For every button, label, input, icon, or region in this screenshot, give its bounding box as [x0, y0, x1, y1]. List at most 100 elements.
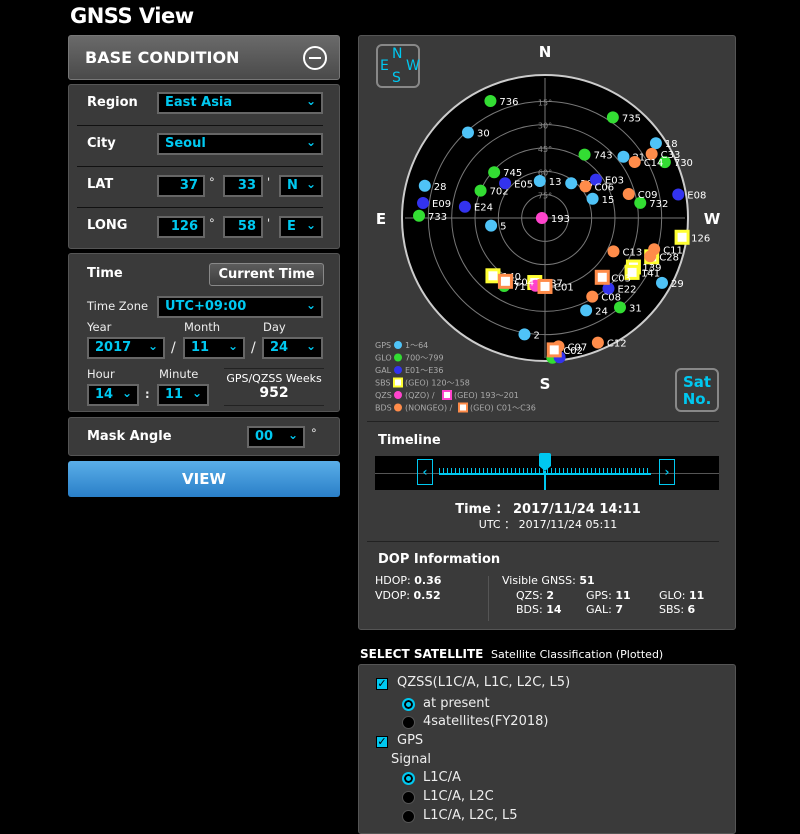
legend-text: (GEO) 120～158	[405, 379, 470, 388]
satellite-bds-C14[interactable]: C14	[628, 155, 664, 169]
lat-deg-input[interactable]: 37	[157, 175, 205, 197]
hour-select[interactable]: 14 ⌄	[87, 384, 139, 406]
satellite-gal-E24[interactable]: E24	[458, 200, 493, 214]
satellite-bds-C03[interactable]: C03	[594, 269, 631, 285]
satellite-marker	[474, 184, 487, 197]
lat-min-input[interactable]: 33	[223, 175, 263, 197]
timeline-slider[interactable]: ‹ ›	[375, 453, 719, 490]
count-glo: GLO: 11	[659, 589, 704, 602]
region-select[interactable]: East Asia ⌄	[157, 92, 323, 114]
satellite-marker	[533, 175, 546, 188]
month-value: 11	[191, 340, 210, 355]
lat-label: LAT	[87, 177, 114, 192]
base-condition-header[interactable]: BASE CONDITION	[68, 35, 340, 80]
satellite-qzs-193[interactable]: 193	[535, 212, 570, 225]
legend-sys: GAL	[375, 366, 392, 375]
long-deg-input[interactable]: 126	[157, 216, 205, 238]
satellite-bds-C09[interactable]: C09	[622, 187, 658, 201]
gps-checkbox[interactable]: ✓	[376, 736, 388, 748]
month-label: Month	[184, 320, 221, 334]
qzss-4sat-radio[interactable]	[402, 716, 415, 729]
long-dir-select[interactable]: E ⌄	[279, 216, 323, 238]
satellite-glo-743[interactable]: 743	[578, 148, 613, 162]
satellite-glo-735[interactable]: 735	[606, 111, 641, 124]
minute-label: Minute	[159, 367, 199, 381]
satellite-bds-C01[interactable]: C01	[537, 278, 574, 294]
satellite-gal-E05[interactable]: E05	[499, 177, 533, 190]
current-time-button[interactable]: Current Time	[209, 263, 324, 286]
satellite-marker	[413, 209, 426, 222]
time-label: Time	[87, 266, 123, 281]
legend-marker	[394, 391, 402, 399]
satellite-marker	[484, 94, 497, 107]
chevron-down-icon: ⌄	[305, 177, 316, 191]
gps-l1ca-l2c-l5-radio[interactable]	[402, 810, 415, 823]
gps-l1ca-label: L1C/A	[423, 770, 461, 785]
count-label: GPS:	[586, 589, 612, 602]
utc-time: UTC ： 2017/11/24 05:11	[359, 516, 737, 532]
satellite-label: 735	[622, 113, 641, 124]
satellite-gal-E09[interactable]: E09	[417, 197, 451, 210]
day-label: Day	[263, 320, 286, 334]
lat-dir-value: N	[287, 178, 298, 193]
minute-select[interactable]: 11 ⌄	[157, 384, 209, 406]
legend-marker	[394, 366, 402, 374]
sat-no-button[interactable]: Sat No.	[675, 368, 719, 412]
gps-l1ca-radio[interactable]	[402, 772, 415, 785]
day-select[interactable]: 24 ⌄	[262, 337, 323, 359]
satellite-bds-C08[interactable]: C08	[586, 290, 621, 304]
satellite-bds-C12[interactable]: C12	[591, 336, 627, 350]
satellite-bds-C06[interactable]: C06	[579, 180, 614, 193]
satellite-sbs-141[interactable]: 141	[624, 264, 660, 280]
hour-label: Hour	[87, 367, 115, 381]
dop-title: DOP Information	[378, 552, 501, 567]
qzss-present-label: at present	[423, 696, 490, 711]
satellite-sbs-126[interactable]: 126	[674, 229, 710, 245]
gps-l1ca-l2c-radio[interactable]	[402, 791, 415, 804]
satellite-label: C02	[563, 346, 583, 357]
satellite-bds-C28[interactable]: C28	[644, 250, 679, 263]
legend-sys: GPS	[375, 341, 391, 350]
timeline-prev-button[interactable]: ‹	[417, 459, 433, 485]
satellite-marker	[622, 187, 635, 200]
time-separator: :	[145, 387, 150, 401]
satellite-bds-C02[interactable]: C02	[546, 342, 583, 358]
timeline-next-button[interactable]: ›	[659, 459, 675, 485]
qzss-present-radio[interactable]	[402, 698, 415, 711]
month-select[interactable]: 11 ⌄	[183, 337, 245, 359]
timezone-select[interactable]: UTC+09:00 ⌄	[157, 296, 323, 318]
satellite-bds-C13[interactable]: C13	[607, 245, 643, 258]
city-label: City	[87, 136, 116, 151]
legend-text: E01～E36	[405, 366, 443, 375]
satellite-gal-E08[interactable]: E08	[672, 188, 706, 201]
satellite-glo-736[interactable]: 736	[484, 94, 519, 108]
city-select[interactable]: Seoul ⌄	[157, 133, 323, 155]
timeline-thumb[interactable]	[539, 453, 551, 490]
satellite-bds-C04[interactable]: C04	[497, 273, 534, 289]
lat-dir-select[interactable]: N ⌄	[279, 175, 323, 197]
legend-sys: QZS	[375, 391, 392, 400]
collapse-icon[interactable]	[303, 46, 327, 70]
app-title: GNSS View	[70, 4, 194, 28]
satellite-label: 733	[428, 212, 447, 223]
satellite-glo-745[interactable]: 745	[488, 166, 522, 179]
select-subtitle: Satellite Classification (Plotted)	[491, 648, 664, 661]
satellite-marker	[578, 148, 591, 161]
timeline-title: Timeline	[378, 433, 441, 448]
satellite-glo-733[interactable]: 733	[413, 209, 447, 223]
count-label: GLO:	[659, 589, 686, 602]
divider	[367, 541, 719, 542]
qzss-checkbox[interactable]: ✓	[376, 678, 388, 690]
minute-value: 11	[165, 387, 184, 402]
satellite-marker	[485, 219, 498, 232]
mask-angle-select[interactable]: 00 ⌄	[247, 426, 305, 448]
satellite-label: 743	[594, 151, 613, 162]
legend-sys: SBS	[375, 379, 391, 388]
view-button[interactable]: VIEW	[68, 461, 340, 497]
year-select[interactable]: 2017 ⌄	[87, 337, 165, 359]
direction-w: W	[704, 210, 721, 228]
long-min-input[interactable]: 58	[223, 216, 263, 238]
satellite-label: 31	[629, 303, 642, 314]
satellite-marker	[644, 250, 657, 263]
satellite-marker	[417, 197, 430, 210]
